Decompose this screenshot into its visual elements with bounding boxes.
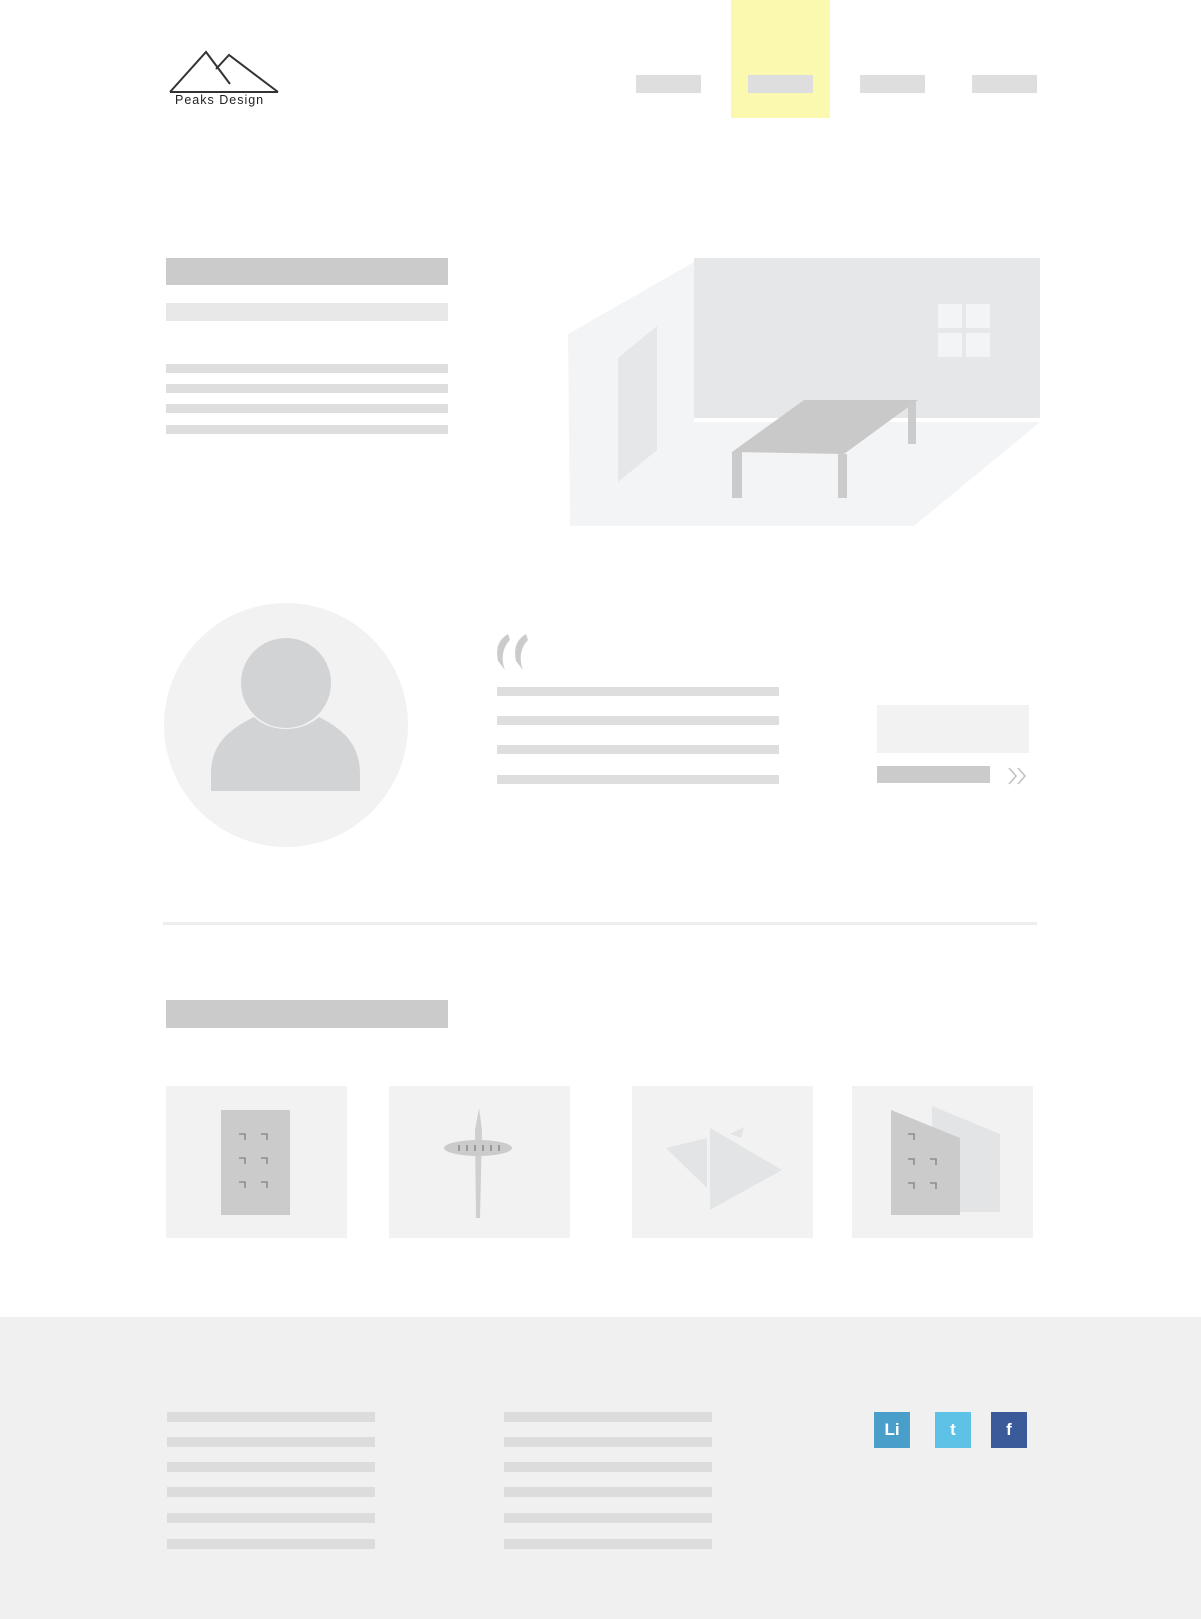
gallery-item-office-building[interactable]: [166, 1086, 347, 1238]
footer-link[interactable]: [167, 1462, 375, 1472]
section-divider: [163, 922, 1037, 925]
gallery-heading: [166, 1000, 448, 1028]
quote-mark-icon: [497, 634, 528, 670]
footer-link[interactable]: [167, 1437, 375, 1447]
footer-link[interactable]: [504, 1462, 712, 1472]
mountain-logo-icon: [169, 50, 279, 93]
hero-text-line: [166, 384, 448, 393]
quote-text-line: [497, 745, 779, 754]
footer-link[interactable]: [504, 1437, 712, 1447]
isometric-room-with-table-illustration: [568, 258, 1040, 526]
footer-link[interactable]: [167, 1412, 375, 1422]
nav-active-highlight: [731, 0, 830, 118]
nav-item-2[interactable]: [748, 75, 813, 93]
gallery-item-buildings[interactable]: [852, 1086, 1033, 1238]
buildings-icon: [891, 1106, 1000, 1215]
paper-boat-icon: [666, 1127, 782, 1210]
space-needle-icon: [444, 1108, 512, 1218]
double-chevron-right-icon: [1008, 767, 1027, 785]
brand-name: Peaks Design: [175, 93, 265, 107]
nav-item-3[interactable]: [860, 75, 925, 93]
footer-link[interactable]: [504, 1513, 712, 1523]
twitter-icon[interactable]: t: [935, 1412, 971, 1448]
facebook-icon[interactable]: f: [991, 1412, 1027, 1448]
nav-item-4[interactable]: [972, 75, 1037, 93]
gallery-item-paper-boat[interactable]: [632, 1086, 813, 1238]
user-avatar-icon: [164, 603, 408, 847]
footer-link[interactable]: [167, 1539, 375, 1549]
footer-link[interactable]: [504, 1539, 712, 1549]
footer-link[interactable]: [504, 1487, 712, 1497]
footer-link[interactable]: [167, 1487, 375, 1497]
linkedin-icon[interactable]: Li: [874, 1412, 910, 1448]
hero-subtitle: [166, 303, 448, 321]
footer-link[interactable]: [504, 1412, 712, 1422]
footer-link[interactable]: [167, 1513, 375, 1523]
hero-title: [166, 258, 448, 285]
office-building-icon: [221, 1110, 290, 1215]
testimonial-author-box: [877, 705, 1029, 753]
quote-text-line: [497, 716, 779, 725]
hero-text-line: [166, 425, 448, 434]
read-more-link[interactable]: [877, 766, 1032, 786]
gallery-item-space-needle[interactable]: [389, 1086, 570, 1238]
nav-item-1[interactable]: [636, 75, 701, 93]
read-more-label: [877, 766, 990, 783]
hero-text-line: [166, 404, 448, 413]
quote-text-line: [497, 687, 779, 696]
hero-text-line: [166, 364, 448, 373]
quote-text-line: [497, 775, 779, 784]
